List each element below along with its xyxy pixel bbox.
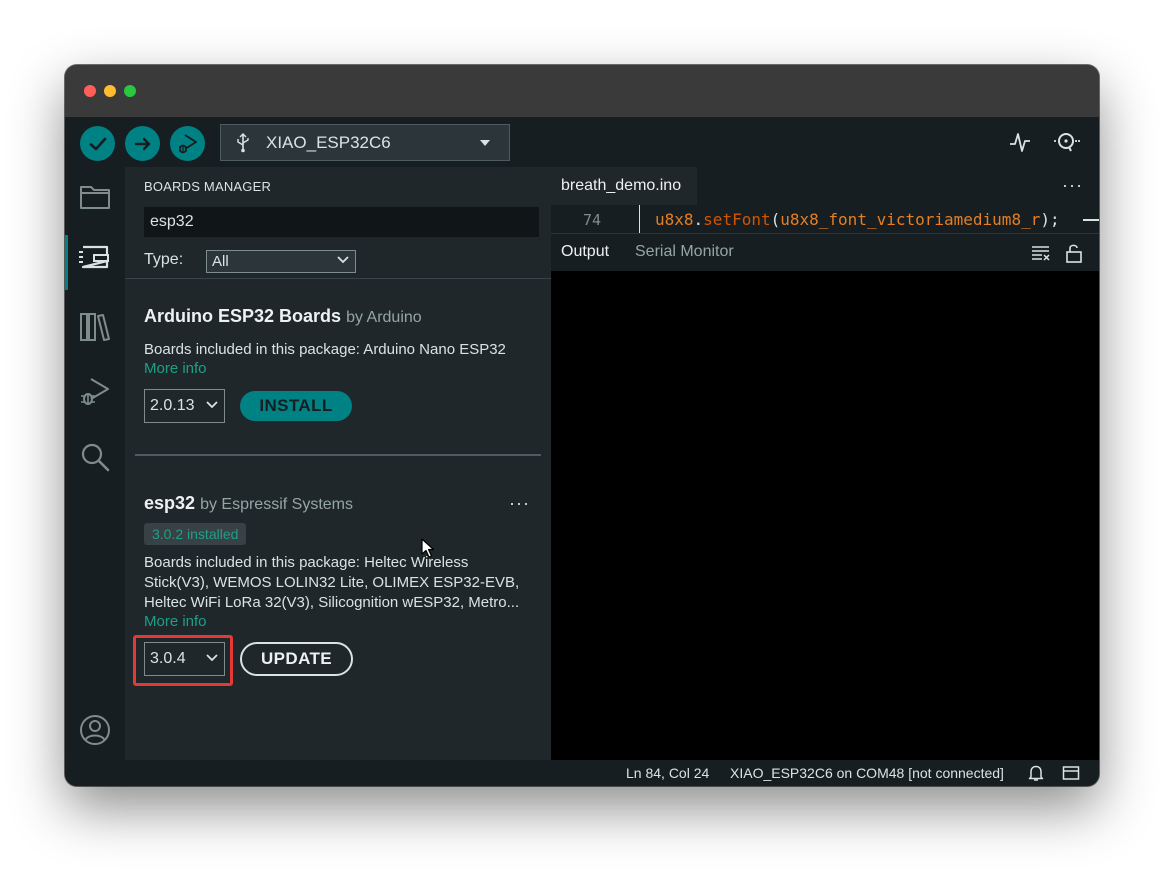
version-value: 2.0.13 <box>150 397 195 414</box>
type-filter-label: Type: <box>144 251 184 268</box>
package-more-menu[interactable]: ··· <box>509 493 530 514</box>
arrow-right-icon <box>134 137 150 150</box>
close-window-button[interactable] <box>84 85 96 97</box>
install-button[interactable]: INSTALL <box>240 391 352 421</box>
profile-button[interactable] <box>65 700 125 760</box>
tab-output[interactable]: Output <box>561 243 609 261</box>
serial-monitor-button[interactable] <box>1050 127 1084 157</box>
more-info-link[interactable]: More info <box>144 360 207 377</box>
board-connection-status: XIAO_ESP32C6 on COM48 [not connected] <box>730 765 1004 781</box>
sketchbook-button[interactable] <box>65 167 125 227</box>
type-filter-select[interactable]: All <box>206 250 356 273</box>
verify-button[interactable] <box>80 126 115 161</box>
user-icon <box>80 715 110 745</box>
unlock-icon[interactable] <box>1064 243 1084 263</box>
package-description: Boards included in this package: Arduino… <box>144 341 506 358</box>
magnifier-icon <box>1054 133 1080 152</box>
board-name: XIAO_ESP32C6 <box>266 133 391 152</box>
waveform-icon <box>1010 133 1030 152</box>
serial-plotter-button[interactable] <box>1005 127 1035 157</box>
mouse-cursor-icon <box>421 538 435 558</box>
editor-tabbar: breath_demo.ino ··· <box>551 167 1099 205</box>
tab-more-menu[interactable]: ··· <box>1062 175 1083 196</box>
version-highlight <box>133 635 233 686</box>
boards-manager-button[interactable] <box>65 227 125 290</box>
usb-icon <box>237 133 249 153</box>
activity-bar <box>65 167 125 760</box>
panel-separator <box>125 278 551 279</box>
package-author: by Arduino <box>346 309 422 326</box>
boards-manager-panel: BOARDS MANAGER Type: All Arduino ESP32 B… <box>125 167 551 760</box>
library-icon <box>80 313 110 341</box>
update-button[interactable]: UPDATE <box>240 642 353 676</box>
debug-panel-button[interactable] <box>65 362 125 422</box>
more-info-link[interactable]: More info <box>144 613 207 630</box>
output-header: Output Serial Monitor <box>551 233 1099 271</box>
package-name: Arduino ESP32 Boards <box>144 306 342 326</box>
panel-title: BOARDS MANAGER <box>144 179 272 194</box>
search-icon <box>81 443 110 472</box>
clear-output-icon[interactable] <box>1031 243 1051 263</box>
package-name: esp32 <box>144 493 196 513</box>
upload-button[interactable] <box>125 126 160 161</box>
chevron-down-icon <box>206 401 218 409</box>
bell-icon[interactable] <box>1027 764 1045 782</box>
cursor-position: Ln 84, Col 24 <box>626 765 710 781</box>
folder-icon <box>80 186 110 209</box>
package-author: by Espressif Systems <box>200 496 353 513</box>
debug-button[interactable] <box>170 126 205 161</box>
type-filter-value: All <box>212 253 229 270</box>
version-select[interactable]: 2.0.13 <box>144 389 225 423</box>
card-divider <box>135 454 541 456</box>
minimize-window-button[interactable] <box>104 85 116 97</box>
minimap-marker <box>1083 219 1099 221</box>
check-icon <box>89 137 106 150</box>
panel-toggle-icon[interactable] <box>1062 764 1080 782</box>
boards-search-input[interactable] <box>144 207 539 237</box>
status-bar: Ln 84, Col 24 XIAO_ESP32C6 on COM48 [not… <box>65 760 1099 786</box>
search-panel-button[interactable] <box>65 427 125 487</box>
maximize-window-button[interactable] <box>124 85 136 97</box>
debug-icon <box>81 378 109 405</box>
caret-down-icon <box>480 140 490 146</box>
code-line[interactable]: 74 u8x8.setFont(u8x8_font_victoriamedium… <box>551 205 1099 233</box>
package-description: Boards included in this package: Heltec … <box>144 554 520 611</box>
toolbar: XIAO_ESP32C6 <box>65 117 1099 167</box>
board-icon <box>79 245 109 269</box>
code-text: u8x8.setFont(u8x8_font_victoriamedium8_r… <box>655 210 1060 229</box>
editor-area: breath_demo.ino ··· 74 u8x8.setFont(u8x8… <box>551 167 1099 760</box>
title-bar <box>65 65 1099 117</box>
board-selector[interactable]: XIAO_ESP32C6 <box>220 124 510 161</box>
output-console[interactable] <box>551 271 1099 760</box>
tab-breath-demo[interactable]: breath_demo.ino <box>551 167 697 205</box>
line-number: 74 <box>583 211 602 229</box>
chevron-down-icon <box>337 256 349 264</box>
installed-badge: 3.0.2 installed <box>144 523 247 545</box>
debug-play-icon <box>178 133 197 153</box>
indent-guide <box>639 205 640 233</box>
library-manager-button[interactable] <box>65 297 125 357</box>
app-window: XIAO_ESP32C6 BOARDS MANAGER esp32 Type: … <box>65 65 1099 786</box>
tab-serial-monitor[interactable]: Serial Monitor <box>635 243 734 261</box>
